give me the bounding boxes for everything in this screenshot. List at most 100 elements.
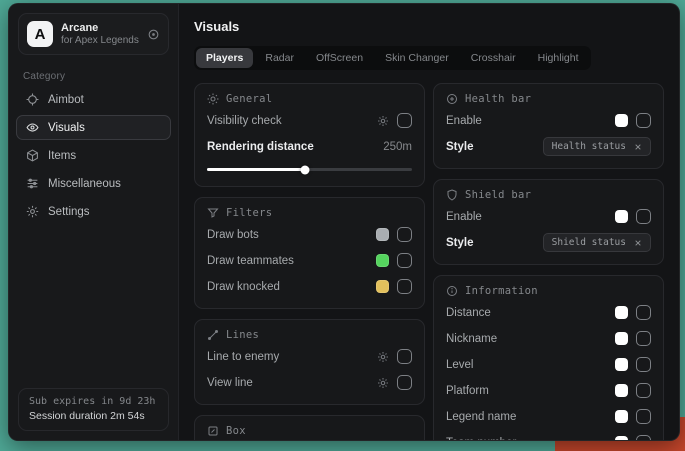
shield-style-select[interactable]: Shield status: [543, 233, 651, 252]
setting-row-health-style: Style Health status: [446, 136, 651, 157]
color-swatch[interactable]: [376, 280, 389, 293]
sidebar-item-items[interactable]: Items: [16, 143, 171, 168]
setting-label: Draw teammates: [207, 255, 376, 267]
target-icon[interactable]: [147, 28, 160, 41]
setting-row-platform: Platform: [446, 380, 651, 401]
health-enable-checkbox[interactable]: [636, 113, 651, 128]
sidebar-item-settings[interactable]: Settings: [16, 199, 171, 224]
tab-skin-changer[interactable]: Skin Changer: [375, 48, 459, 68]
sun-icon: [207, 93, 219, 105]
box-icon: [207, 425, 219, 437]
setting-row-nickname: Nickname: [446, 328, 651, 349]
app-window: A Arcane for Apex Legends Category Aimbo…: [8, 3, 680, 441]
main-content: Visuals Players Radar OffScreen Skin Cha…: [179, 4, 679, 440]
card-title: Lines: [226, 329, 259, 341]
setting-row-view-line: View line: [207, 372, 412, 393]
color-swatch[interactable]: [376, 228, 389, 241]
card-title: Health bar: [465, 93, 531, 105]
card-title: Information: [465, 285, 538, 297]
setting-label: Platform: [446, 385, 615, 397]
setting-label: Level: [446, 359, 615, 371]
card-shield-bar: Shield bar Enable Style Shield status: [433, 179, 664, 265]
setting-label: View line: [207, 377, 377, 389]
view-line-checkbox[interactable]: [397, 375, 412, 390]
slider-thumb[interactable]: [301, 165, 310, 174]
setting-row-health-enable: Enable: [446, 110, 651, 131]
close-icon[interactable]: [634, 239, 642, 247]
setting-row-draw-bots: Draw bots: [207, 224, 412, 245]
setting-label: Draw bots: [207, 229, 376, 241]
setting-row-shield-style: Style Shield status: [446, 232, 651, 253]
session-duration-text: Session duration 2m 54s: [29, 410, 158, 422]
selected-option: Shield status: [552, 237, 626, 248]
tab-players[interactable]: Players: [196, 48, 253, 68]
color-swatch[interactable]: [615, 358, 628, 371]
app-logo: A: [27, 21, 53, 47]
gear-icon[interactable]: [377, 115, 389, 127]
tab-offscreen[interactable]: OffScreen: [306, 48, 373, 68]
card-information: Information Distance Nickname: [433, 275, 664, 440]
color-swatch[interactable]: [615, 384, 628, 397]
gear-icon: [26, 205, 39, 218]
nickname-checkbox[interactable]: [636, 331, 651, 346]
slider-fill: [207, 168, 305, 171]
setting-label: Visibility check: [207, 115, 377, 127]
draw-knocked-checkbox[interactable]: [397, 279, 412, 294]
legend-name-checkbox[interactable]: [636, 409, 651, 424]
package-icon: [26, 149, 39, 162]
sidebar-nav: Aimbot Visuals Items Miscellaneous: [9, 87, 178, 224]
color-swatch[interactable]: [615, 306, 628, 319]
visibility-check-checkbox[interactable]: [397, 113, 412, 128]
team-number-checkbox[interactable]: [636, 435, 651, 440]
setting-label: Draw knocked: [207, 281, 376, 293]
shield-icon: [446, 189, 458, 201]
color-swatch[interactable]: [615, 210, 628, 223]
app-subtitle: for Apex Legends: [61, 35, 139, 46]
color-swatch[interactable]: [615, 410, 628, 423]
setting-label: Nickname: [446, 333, 615, 345]
setting-label: Enable: [446, 211, 615, 223]
color-swatch[interactable]: [615, 332, 628, 345]
tab-crosshair[interactable]: Crosshair: [461, 48, 526, 68]
sidebar-item-label: Settings: [48, 206, 90, 218]
tab-radar[interactable]: Radar: [255, 48, 304, 68]
sidebar-item-visuals[interactable]: Visuals: [16, 115, 171, 140]
setting-label: Legend name: [446, 411, 615, 423]
color-swatch[interactable]: [376, 254, 389, 267]
setting-row-team-number: Team number: [446, 432, 651, 440]
draw-teammates-checkbox[interactable]: [397, 253, 412, 268]
info-icon: [446, 285, 458, 297]
rendering-distance-slider[interactable]: [207, 163, 412, 175]
setting-label: Rendering distance: [207, 141, 383, 153]
distance-checkbox[interactable]: [636, 305, 651, 320]
setting-label: Distance: [446, 307, 615, 319]
card-title: Box: [226, 425, 246, 437]
sidebar-item-miscellaneous[interactable]: Miscellaneous: [16, 171, 171, 196]
close-icon[interactable]: [634, 143, 642, 151]
funnel-icon: [207, 207, 219, 219]
platform-checkbox[interactable]: [636, 383, 651, 398]
level-checkbox[interactable]: [636, 357, 651, 372]
card-title: Filters: [226, 207, 272, 219]
setting-label: Style: [446, 237, 543, 249]
setting-label: Team number: [446, 437, 615, 441]
setting-row-level: Level: [446, 354, 651, 375]
sidebar-item-aimbot[interactable]: Aimbot: [16, 87, 171, 112]
sidebar-item-label: Items: [48, 150, 76, 162]
color-swatch[interactable]: [615, 436, 628, 440]
color-swatch[interactable]: [615, 114, 628, 127]
draw-bots-checkbox[interactable]: [397, 227, 412, 242]
card-filters: Filters Draw bots Draw teammates: [194, 197, 425, 309]
card-general: General Visibility check Rendering dista…: [194, 83, 425, 187]
gear-icon[interactable]: [377, 351, 389, 363]
sidebar-item-label: Aimbot: [48, 94, 84, 106]
sidebar: A Arcane for Apex Legends Category Aimbo…: [9, 4, 179, 440]
card-box: Box Enable Enable background: [194, 415, 425, 440]
health-style-select[interactable]: Health status: [543, 137, 651, 156]
tab-highlight[interactable]: Highlight: [528, 48, 589, 68]
gear-icon[interactable]: [377, 377, 389, 389]
line-to-enemy-checkbox[interactable]: [397, 349, 412, 364]
shield-enable-checkbox[interactable]: [636, 209, 651, 224]
setting-label: Enable: [446, 115, 615, 127]
subscription-info-box: Sub expires in 9d 23h Session duration 2…: [18, 388, 169, 431]
